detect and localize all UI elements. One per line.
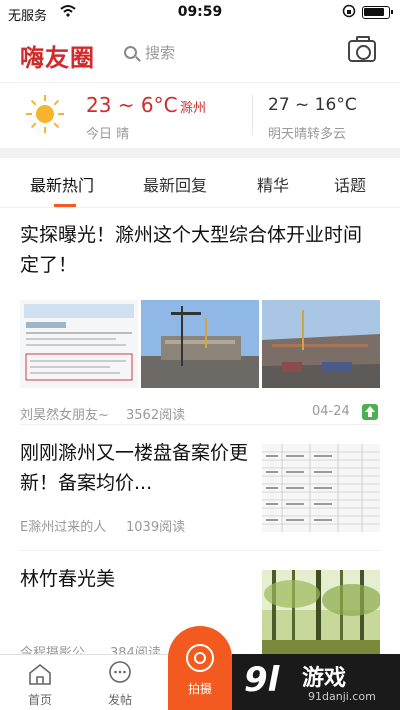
site-watermark: 9l 游戏 91danji.com <box>232 654 400 710</box>
tab-featured[interactable]: 精华 <box>257 172 289 196</box>
city-name[interactable]: 滁州 <box>180 97 206 116</box>
weather-panel: 23 ~ 6°C 滁州 今日 晴 27 ~ 16°C 明天晴转多云 <box>0 82 400 148</box>
app-header: 嗨友圈 搜索 <box>0 26 400 82</box>
app-logo: 嗨友圈 <box>20 44 95 72</box>
today-condition: 今日 晴 <box>86 127 130 142</box>
today-temperature: 23 ~ 6°C <box>86 93 178 117</box>
post-author[interactable]: E滁州过来的人 <box>20 516 106 535</box>
post-feed: 实探曝光！滁州这个大型综合体开业时间定了！ 刘昊然女朋友~ 3562阅读 04-… <box>0 208 400 654</box>
post-item[interactable]: 实探曝光！滁州这个大型综合体开业时间定了！ 刘昊然女朋友~ 3562阅读 04-… <box>20 220 380 423</box>
nav-post-label: 发帖 <box>107 693 132 707</box>
post-reads: 1039阅读 <box>126 520 186 535</box>
tomorrow-temperature: 27 ~ 16°C <box>268 95 357 115</box>
home-icon <box>29 663 51 685</box>
post-author[interactable]: 刘昊然女朋友~ <box>20 404 109 423</box>
post-title[interactable]: 实探曝光！滁州这个大型综合体开业时间定了！ <box>20 220 380 280</box>
nav-home[interactable]: 首页 <box>10 655 70 710</box>
post-item[interactable]: 刚刚滁州又一楼盘备案价更新！备案均价... E滁州过来的人 1039阅读 <box>20 438 380 544</box>
post-image[interactable] <box>141 300 259 388</box>
feed-tabs: 最新热门 最新回复 精华 话题 <box>0 158 400 208</box>
post-author[interactable]: 今程摄影公 <box>20 642 85 654</box>
post-image[interactable] <box>262 300 380 388</box>
search-icon <box>124 46 137 59</box>
watermark-title: 游戏 <box>302 666 347 691</box>
battery-icon <box>362 6 393 19</box>
shoot-label: 拍摄 <box>187 682 212 696</box>
status-bar: 无服务 09:59 <box>0 0 400 26</box>
active-tab-indicator <box>54 204 76 207</box>
post-title[interactable]: 林竹春光美 <box>20 564 250 594</box>
camera-shutter-icon <box>186 644 214 672</box>
post-date: 04-24 <box>312 404 350 419</box>
shoot-button[interactable]: 拍摄 <box>168 626 232 710</box>
rotation-lock-icon <box>342 4 356 22</box>
divider <box>252 95 253 135</box>
post-reads: 3562阅读 <box>126 408 186 423</box>
post-title[interactable]: 刚刚滁州又一楼盘备案价更新！备案均价... <box>20 438 250 498</box>
tab-latest-hot[interactable]: 最新热门 <box>30 172 94 196</box>
search-bar[interactable]: 搜索 <box>124 42 175 63</box>
divider <box>20 424 380 425</box>
chat-icon <box>109 661 131 683</box>
tab-topics[interactable]: 话题 <box>334 172 366 196</box>
upvote-icon[interactable] <box>362 404 378 420</box>
search-placeholder: 搜索 <box>145 44 176 62</box>
watermark-url: 91danji.com <box>308 690 376 703</box>
nav-post[interactable]: 发帖 <box>90 655 150 710</box>
nav-home-label: 首页 <box>27 693 52 707</box>
tab-latest-reply[interactable]: 最新回复 <box>143 172 207 196</box>
watermark-logo: 9l <box>244 660 280 700</box>
sunny-icon <box>26 95 64 133</box>
tomorrow-condition: 明天晴转多云 <box>268 127 347 142</box>
camera-icon[interactable] <box>348 36 376 62</box>
divider <box>20 550 380 551</box>
post-image[interactable] <box>20 300 138 388</box>
post-reads: 384阅读 <box>110 646 161 654</box>
post-images <box>20 300 380 390</box>
post-image[interactable] <box>262 570 380 654</box>
post-image[interactable] <box>262 444 380 532</box>
clock: 09:59 <box>177 4 223 20</box>
